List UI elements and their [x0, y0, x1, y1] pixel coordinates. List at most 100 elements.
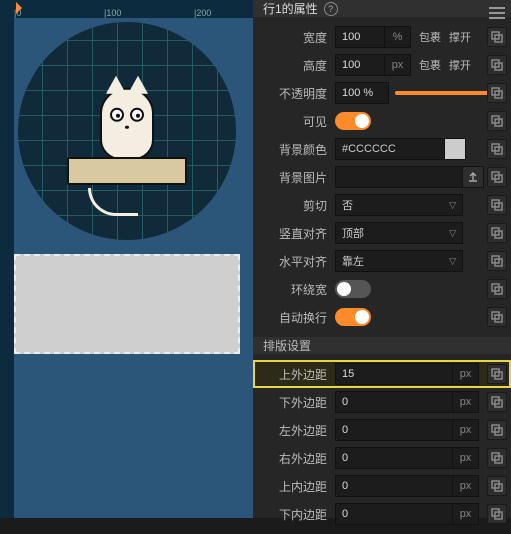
- margin-bottom-label: 下外边距: [271, 394, 335, 411]
- overflow-button[interactable]: [487, 392, 507, 412]
- halign-select[interactable]: 靠左▽: [335, 250, 463, 272]
- margin-left-input[interactable]: 0: [335, 419, 453, 441]
- row-opacity: 不透明度 100 %: [253, 79, 511, 107]
- width-unit[interactable]: %: [385, 26, 411, 48]
- bgcolor-input[interactable]: #CCCCCC: [335, 138, 445, 160]
- row-clip: 剪切 否▽: [253, 191, 511, 219]
- margin-left-label: 左外边距: [271, 422, 335, 439]
- padding-bottom-label: 下内边距: [271, 506, 335, 523]
- ruler-vertical: [0, 0, 14, 518]
- bgcolor-label: 背景颜色: [253, 141, 335, 158]
- overflow-button[interactable]: [487, 55, 507, 75]
- overflow-button[interactable]: [487, 448, 507, 468]
- upload-icon[interactable]: [462, 166, 484, 188]
- row-halign: 水平对齐 靠左▽: [253, 247, 511, 275]
- bgcolor-swatch[interactable]: [444, 138, 466, 160]
- keyboard-illustration: [67, 157, 187, 185]
- bgimg-label: 背景图片: [253, 169, 335, 186]
- section-layout-header[interactable]: 排版设置: [253, 337, 511, 354]
- visible-toggle[interactable]: [335, 112, 371, 130]
- height-input[interactable]: 100: [335, 54, 385, 76]
- overflow-button[interactable]: [487, 279, 507, 299]
- ring-label: 环绕宽: [253, 281, 335, 298]
- row-bgcolor: 背景颜色 #CCCCCC: [253, 135, 511, 163]
- chevron-down-icon: ▽: [449, 200, 456, 211]
- cat-illustration: [100, 88, 154, 160]
- row-valign: 竖直对齐 顶部▽: [253, 219, 511, 247]
- valign-select[interactable]: 顶部▽: [335, 222, 463, 244]
- overflow-button[interactable]: [487, 504, 507, 524]
- row-margin-right: 右外边距 0 px: [253, 444, 511, 472]
- height-unit[interactable]: px: [385, 54, 411, 76]
- row-height: 高度 100 px 包裹 撑开: [253, 51, 511, 79]
- ruler-horizontal: |0 |100 |200: [0, 0, 253, 18]
- overflow-button[interactable]: [487, 83, 507, 103]
- row-margin-left: 左外边距 0 px: [253, 416, 511, 444]
- properties-panel: 行1的属性 ? 宽度 100 % 包裹 撑开 高度 100 px 包裹 撑开 不…: [253, 0, 511, 518]
- canvas-area[interactable]: |0 |100 |200: [0, 0, 253, 518]
- margin-right-unit[interactable]: px: [453, 447, 479, 469]
- chevron-down-icon: ▽: [449, 228, 456, 239]
- padding-bottom-input[interactable]: 0: [335, 503, 453, 525]
- row-margin-bottom: 下外边距 0 px: [253, 388, 511, 416]
- overflow-button[interactable]: [487, 251, 507, 271]
- margin-right-label: 右外边距: [271, 450, 335, 467]
- margin-top-label: 上外边距: [271, 366, 335, 383]
- row-ring: 环绕宽: [253, 275, 511, 303]
- overflow-button[interactable]: [487, 139, 507, 159]
- opacity-label: 不透明度: [253, 85, 335, 102]
- selected-row-element[interactable]: [14, 254, 240, 354]
- opacity-input[interactable]: 100 %: [335, 82, 389, 104]
- chevron-down-icon: ▽: [449, 256, 456, 267]
- menu-icon[interactable]: [489, 7, 505, 19]
- row-padding-top: 上内边距 0 px: [253, 472, 511, 500]
- overflow-button[interactable]: [487, 476, 507, 496]
- wrap-label: 自动换行: [253, 309, 335, 326]
- margin-bottom-input[interactable]: 0: [335, 391, 453, 413]
- properties-list: 宽度 100 % 包裹 撑开 高度 100 px 包裹 撑开 不透明度 100 …: [253, 17, 511, 337]
- valign-label: 竖直对齐: [253, 225, 335, 242]
- padding-top-unit[interactable]: px: [453, 475, 479, 497]
- overflow-button[interactable]: [487, 364, 507, 384]
- margin-right-input[interactable]: 0: [335, 447, 453, 469]
- overflow-button[interactable]: [487, 167, 507, 187]
- canvas-image-circle[interactable]: [18, 22, 236, 240]
- clip-label: 剪切: [253, 197, 335, 214]
- overflow-button[interactable]: [487, 420, 507, 440]
- row-width: 宽度 100 % 包裹 撑开: [253, 23, 511, 51]
- clip-select[interactable]: 否▽: [335, 194, 463, 216]
- padding-top-input[interactable]: 0: [335, 475, 453, 497]
- wrap-chip[interactable]: 包裹: [419, 29, 441, 45]
- height-label: 高度: [253, 57, 335, 74]
- overflow-button[interactable]: [487, 195, 507, 215]
- ruler-marker-icon[interactable]: [16, 2, 26, 12]
- overflow-button[interactable]: [487, 223, 507, 243]
- overflow-button[interactable]: [487, 307, 507, 327]
- margin-top-unit[interactable]: px: [453, 363, 479, 385]
- opacity-slider[interactable]: [395, 91, 501, 95]
- width-input[interactable]: 100: [335, 26, 385, 48]
- expand-chip[interactable]: 撑开: [449, 57, 471, 73]
- wrap-chip[interactable]: 包裹: [419, 57, 441, 73]
- halign-label: 水平对齐: [253, 253, 335, 270]
- expand-chip[interactable]: 撑开: [449, 29, 471, 45]
- padding-bottom-unit[interactable]: px: [453, 503, 479, 525]
- row-bgimg: 背景图片: [253, 163, 511, 191]
- ruler-tick: |200: [194, 8, 211, 18]
- row-wrap: 自动换行: [253, 303, 511, 331]
- panel-header: 行1的属性 ?: [253, 0, 511, 17]
- row-margin-top: 上外边距 15 px: [253, 360, 511, 388]
- overflow-button[interactable]: [487, 111, 507, 131]
- margin-left-unit[interactable]: px: [453, 419, 479, 441]
- width-label: 宽度: [253, 29, 335, 46]
- bgimg-input[interactable]: [335, 166, 463, 188]
- ring-toggle[interactable]: [335, 280, 371, 298]
- margin-top-input[interactable]: 15: [335, 363, 453, 385]
- panel-title: 行1的属性: [263, 0, 318, 17]
- margin-bottom-unit[interactable]: px: [453, 391, 479, 413]
- overflow-button[interactable]: [487, 27, 507, 47]
- margins-list: 上外边距 15 px 下外边距 0 px 左外边距 0 px 右外边距 0 px…: [253, 354, 511, 534]
- wrap-toggle[interactable]: [335, 308, 371, 326]
- help-icon[interactable]: ?: [324, 2, 338, 16]
- padding-top-label: 上内边距: [271, 478, 335, 495]
